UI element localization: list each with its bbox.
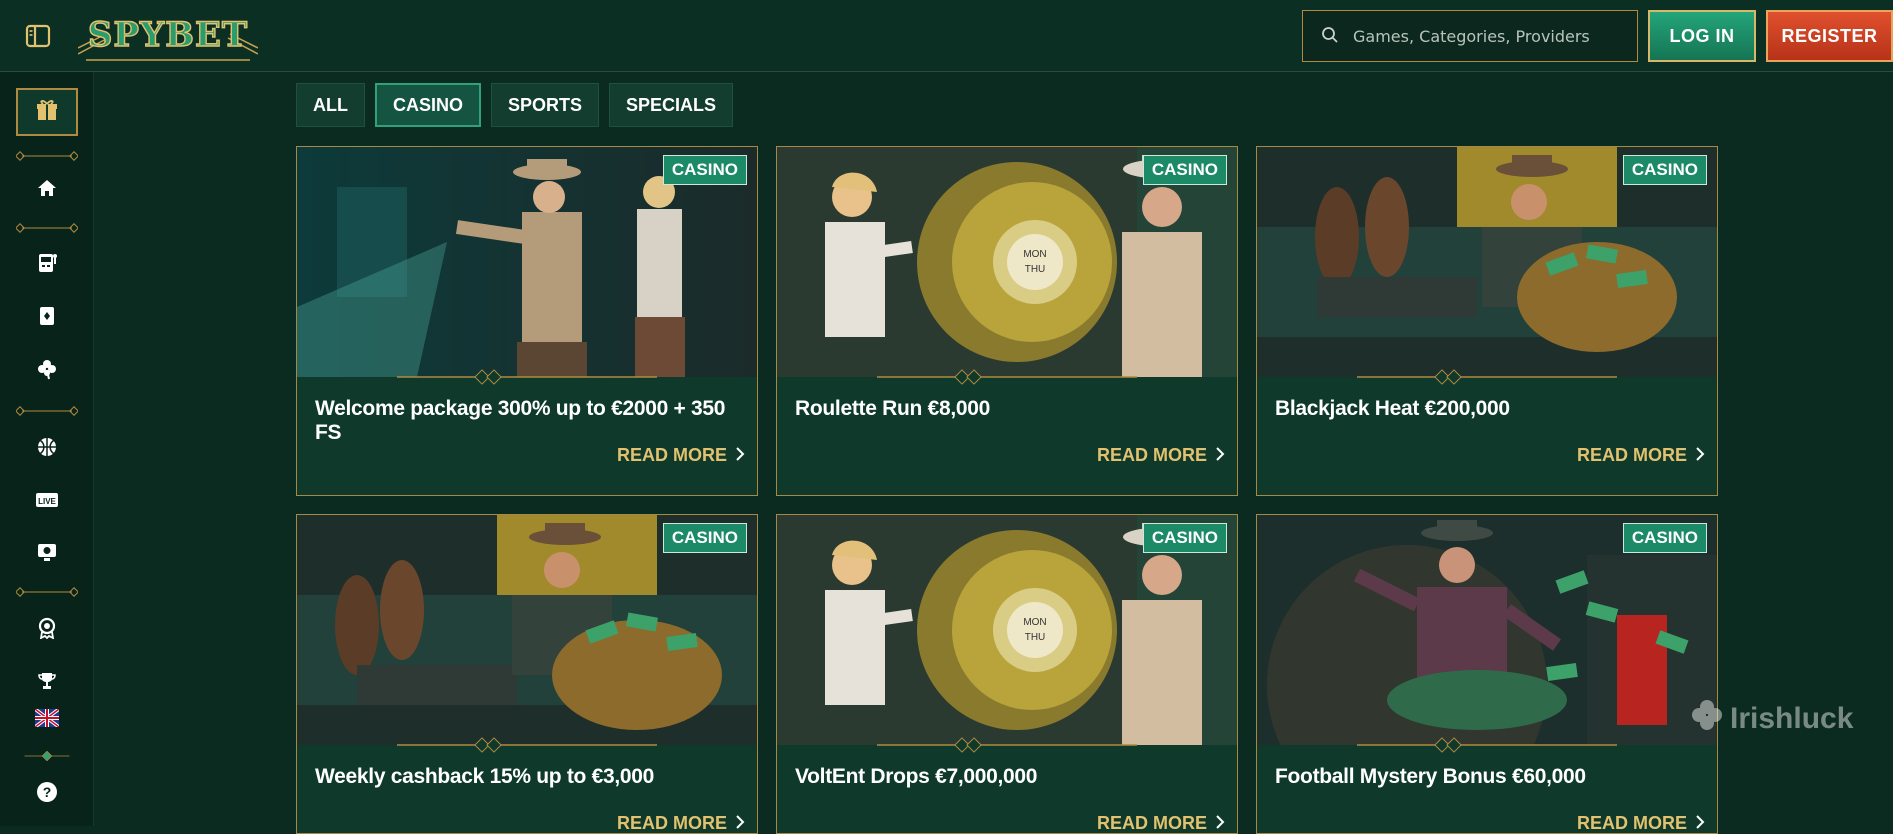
promo-image: CASINO [297,147,757,377]
read-more-link[interactable]: READ MORE [1096,813,1225,833]
chevron-right-icon [1695,813,1705,833]
read-more-link[interactable]: READ MORE [616,813,745,833]
read-more-link[interactable]: READ MORE [1097,445,1225,466]
tab-sports[interactable]: SPORTS [491,83,600,127]
svg-text:MON: MON [1023,249,1046,260]
sidebar-divider [16,223,78,233]
promo-card[interactable]: CASINO Welcome package 300% up to €2000 … [296,146,758,496]
read-more-link[interactable]: READ MORE [1577,445,1705,466]
category-badge: CASINO [662,155,747,185]
category-badge: CASINO [1142,523,1227,553]
login-button[interactable]: LOG IN [1648,10,1756,62]
svg-text:THU: THU [1025,632,1046,643]
top-header: SPYBET LOG IN REGISTER [0,0,1893,72]
promo-title: Blackjack Heat €200,000 [1275,397,1510,420]
card-divider [397,369,657,385]
help-label: ? [43,784,52,800]
watermark-text: Irishluck [1730,702,1854,735]
chevron-right-icon [735,813,745,833]
card-divider [1357,369,1617,385]
search-input[interactable] [1351,25,1637,47]
gift-icon [34,97,60,127]
promo-image: CASINO [297,515,757,745]
promo-card[interactable]: MON THU CASINO VoltEnt Drops €7,000,000 … [776,514,1238,834]
promo-image: CASINO [1257,147,1717,377]
read-more-label: READ MORE [1096,813,1207,833]
slot-machine-icon[interactable] [33,249,61,277]
read-more-label: READ MORE [616,445,727,465]
category-badge: CASINO [1142,155,1227,185]
svg-text:THU: THU [1025,264,1046,275]
category-badge: CASINO [1622,523,1707,553]
tab-all[interactable]: ALL [296,83,365,127]
promo-card[interactable]: CASINO Blackjack Heat €200,000 READ MORE [1256,146,1718,496]
clover-icon[interactable] [33,355,61,383]
read-more-link[interactable]: READ MORE [617,445,745,466]
read-more-label: READ MORE [1576,813,1687,833]
promo-image: CASINO [1257,515,1717,745]
promo-image: MON THU CASINO [777,515,1237,745]
chevron-right-icon [735,445,745,466]
badge-icon[interactable] [33,614,61,642]
virtual-sports-icon[interactable] [33,538,61,566]
promo-title: VoltEnt Drops €7,000,000 [795,765,1038,788]
promo-title: Welcome package 300% up to €2000 + 350 F… [315,397,726,444]
live-icon[interactable]: LIVE [33,486,61,514]
read-more-label: READ MORE [616,813,727,833]
trophy-icon[interactable] [33,667,61,695]
chevron-right-icon [1215,813,1225,833]
uk-flag-icon[interactable] [33,704,61,732]
card-divider [397,737,657,753]
search-box[interactable] [1302,10,1638,62]
promo-title: Football Mystery Bonus €60,000 [1275,765,1586,788]
sidebar-divider [16,151,78,161]
clover-logo-icon [1690,698,1724,740]
promo-card[interactable]: CASINO Weekly cashback 15% up to €3,000 … [296,514,758,834]
register-button[interactable]: REGISTER [1766,10,1893,62]
promo-card[interactable]: CASINO Football Mystery Bonus €60,000 RE… [1256,514,1718,834]
spybet-logo[interactable]: SPYBET [77,8,259,64]
tab-specials[interactable]: SPECIALS [609,83,734,127]
logo-text: SPYBET [88,15,248,55]
search-icon [1321,26,1341,46]
chevron-right-icon [1695,445,1705,466]
watermark: Irishluck [1690,698,1853,740]
read-more-label: READ MORE [1576,445,1687,465]
home-icon[interactable] [33,174,61,202]
chevron-right-icon [1215,445,1225,466]
sidebar-toggle-icon[interactable] [24,22,52,50]
svg-text:MON: MON [1023,617,1046,628]
sidebar-divider [16,406,78,416]
sidebar-divider [24,751,70,761]
category-badge: CASINO [1622,155,1707,185]
promo-card[interactable]: MON THU CASINO Roulette Run €8,000 READ … [776,146,1238,496]
promo-filter-tabs: ALL CASINO SPORTS SPECIALS [296,83,734,127]
basketball-icon[interactable] [33,433,61,461]
card-divider [877,737,1137,753]
card-divider [1357,737,1617,753]
left-sidebar: LIVE ? [0,72,94,826]
promo-title: Weekly cashback 15% up to €3,000 [315,765,655,788]
promotions-nav-item[interactable] [16,88,78,136]
tab-casino[interactable]: CASINO [375,83,482,127]
card-icon[interactable] [33,302,61,330]
promo-image: MON THU CASINO [777,147,1237,377]
category-badge: CASINO [662,523,747,553]
live-label: LIVE [38,497,56,506]
card-divider [877,369,1137,385]
sidebar-divider [16,587,78,597]
read-more-label: READ MORE [1096,445,1207,465]
help-icon[interactable]: ? [33,778,61,806]
promo-title: Roulette Run €8,000 [795,397,991,420]
read-more-link[interactable]: READ MORE [1576,813,1705,833]
